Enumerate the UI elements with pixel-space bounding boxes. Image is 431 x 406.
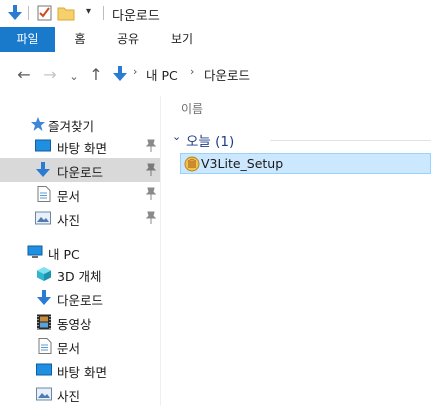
nav-pc-downloads[interactable]: 다운로드 xyxy=(0,286,160,310)
pin-icon[interactable] xyxy=(145,139,157,153)
toolbar-separator xyxy=(103,6,104,20)
3d-objects-icon xyxy=(37,267,51,281)
back-button[interactable]: ← xyxy=(14,64,34,84)
forward-button[interactable]: → xyxy=(40,64,60,84)
nav-pc-pictures[interactable]: 사진 xyxy=(0,382,160,406)
nav-quick-access[interactable]: 즐겨찾기 xyxy=(0,112,160,136)
properties-icon[interactable] xyxy=(36,4,54,22)
desktop-icon xyxy=(35,139,51,152)
download-icon xyxy=(113,66,127,81)
file-name: V3Lite_Setup xyxy=(201,156,284,171)
window-title: 다운로드 xyxy=(112,9,160,24)
breadcrumb-chevron-icon[interactable]: › xyxy=(190,65,194,78)
collapse-group-icon[interactable]: ⌄ xyxy=(172,130,181,143)
tab-view[interactable]: 보기 xyxy=(160,27,204,52)
pictures-icon xyxy=(35,211,51,225)
computer-icon xyxy=(27,245,43,258)
breadcrumb-downloads[interactable]: 다운로드 xyxy=(204,65,250,84)
nav-quick-downloads[interactable]: 다운로드 xyxy=(0,158,160,182)
ribbon-tabs: 파일 홈 공유 보기 xyxy=(0,27,431,53)
column-header-name[interactable]: 이름 xyxy=(181,100,203,117)
new-folder-icon[interactable] xyxy=(57,4,75,22)
pictures-icon xyxy=(36,387,52,401)
breadcrumb-this-pc[interactable]: 내 PC xyxy=(146,65,178,84)
nav-quick-documents[interactable]: 문서 xyxy=(0,182,160,206)
up-button[interactable]: ↑ xyxy=(86,64,106,84)
pin-icon[interactable] xyxy=(145,211,157,225)
breadcrumb-chevron-icon[interactable]: › xyxy=(133,65,137,78)
tab-home[interactable]: 홈 xyxy=(60,27,100,52)
toolbar-separator xyxy=(28,6,29,20)
tab-share[interactable]: 공유 xyxy=(106,27,150,52)
desktop-icon xyxy=(36,363,52,376)
star-icon xyxy=(31,117,45,131)
group-header-today[interactable]: 오늘 (1) xyxy=(186,130,234,150)
nav-pc-documents[interactable]: 문서 xyxy=(0,334,160,358)
address-row: ← → ⌄ ↑ › 내 PC › 다운로드 xyxy=(0,52,431,96)
pane-divider[interactable] xyxy=(160,96,161,406)
customize-toolbar-icon[interactable]: ▾ xyxy=(86,6,91,17)
recent-locations-icon[interactable]: ⌄ xyxy=(64,66,84,86)
download-icon xyxy=(37,290,51,305)
navigation-pane: 즐겨찾기 바탕 화면 다운로드 문서 사진 내 PC 3D 개체 다운로드 동영… xyxy=(0,112,160,406)
pin-icon[interactable] xyxy=(145,187,157,201)
pin-icon[interactable] xyxy=(145,163,157,177)
installer-icon xyxy=(184,156,200,172)
nav-pc-desktop[interactable]: 바탕 화면 xyxy=(0,358,160,382)
document-icon xyxy=(38,338,52,354)
nav-quick-pictures[interactable]: 사진 xyxy=(0,206,160,230)
nav-videos[interactable]: 동영상 xyxy=(0,310,160,334)
videos-icon xyxy=(37,314,51,330)
nav-3d-objects[interactable]: 3D 개체 xyxy=(0,262,160,286)
tab-file[interactable]: 파일 xyxy=(0,27,55,52)
group-divider xyxy=(270,140,431,141)
nav-this-pc[interactable]: 내 PC xyxy=(0,240,160,264)
title-bar: ▾ 다운로드 xyxy=(0,0,431,27)
download-icon[interactable] xyxy=(6,4,24,22)
document-icon xyxy=(37,186,51,202)
file-item[interactable]: V3Lite_Setup xyxy=(180,153,431,174)
nav-quick-desktop[interactable]: 바탕 화면 xyxy=(0,134,160,158)
download-icon xyxy=(36,162,50,177)
